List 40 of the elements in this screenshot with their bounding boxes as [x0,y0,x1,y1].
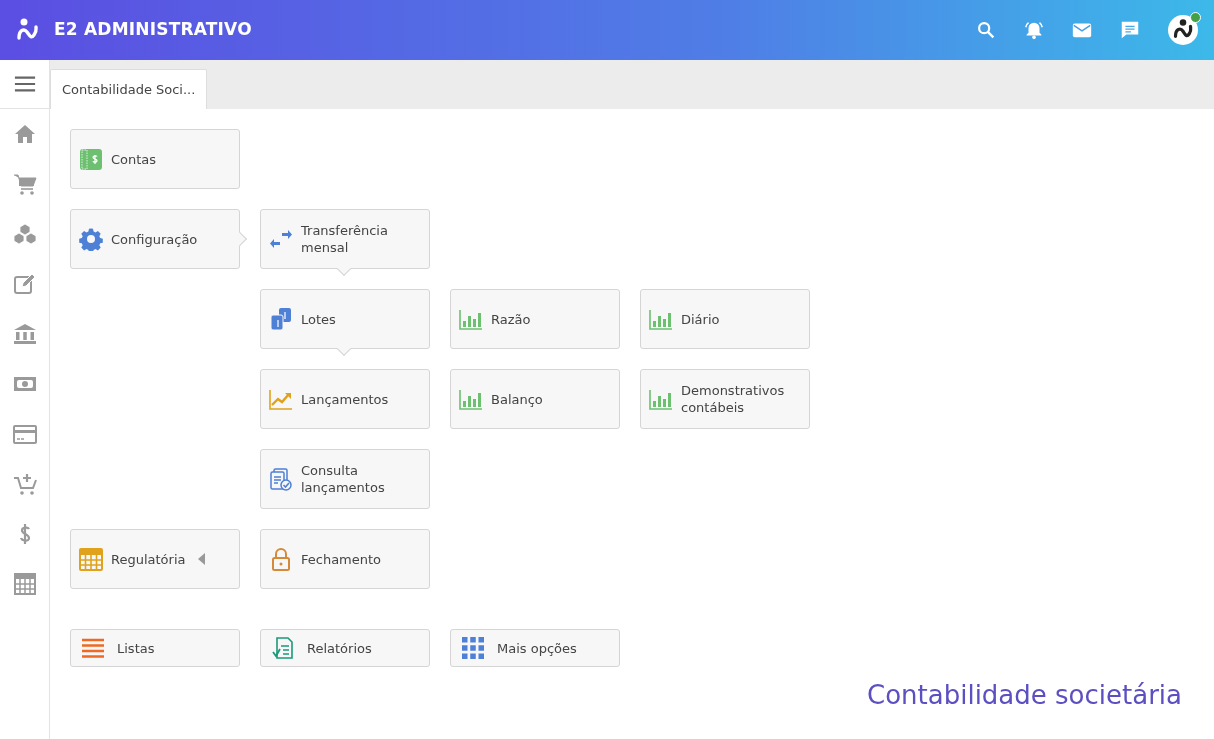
menu-tile[interactable]: Diário [640,289,810,349]
edit-icon [12,272,37,296]
cart-icon [12,172,37,196]
bar-chart-icon [649,387,673,411]
menu-tile[interactable]: Consulta lançamentos [260,449,430,509]
menu-tile[interactable]: Contas [70,129,240,189]
menu-icon [13,73,36,95]
bank-icon [12,322,37,346]
user-avatar[interactable] [1168,15,1198,45]
report-icon [271,636,295,660]
cubes-icon [12,222,37,246]
ledger-icon [79,147,103,171]
tab[interactable]: Contabilidade Soci... [50,69,208,109]
menu-tile[interactable]: Fechamento [260,529,430,589]
apps-grid-icon [461,636,485,660]
trend-chart-icon [269,387,293,411]
bar-chart-icon [459,307,483,331]
calculator-icon [79,547,103,571]
bar-chart-icon [649,307,673,331]
menu-tile[interactable]: Regulatória [70,529,240,589]
chat-icon [1119,19,1141,41]
menu-tile[interactable]: Lançamentos [260,369,430,429]
calculator-icon [12,572,37,596]
page-title: Contabilidade societária [867,679,1182,712]
menu-tile[interactable]: Balanço [450,369,620,429]
app-title: E2 ADMINISTRATIVO [54,18,252,42]
stacked-notes-icon [269,307,293,331]
gear-icon [79,227,103,251]
cart-add-icon [12,472,37,496]
menu-tile[interactable]: Listas [70,629,240,667]
search-icon [975,19,997,41]
credit-card-icon [12,422,37,446]
menu-tile[interactable]: Mais opções [450,629,620,667]
document-check-icon [269,467,293,491]
menu-tile[interactable]: Relatórios [260,629,430,667]
list-icon [81,636,105,660]
menu-tile[interactable]: Razão [450,289,620,349]
bar-chart-icon [459,387,483,411]
menu-tile[interactable]: Demonstrativos contábeis [640,369,810,429]
padlock-icon [269,547,293,571]
